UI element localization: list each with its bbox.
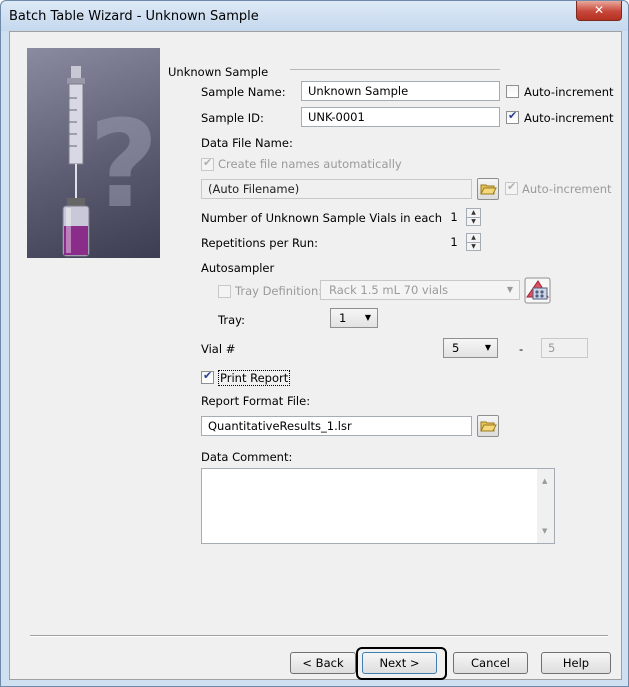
cancel-button[interactable]: Cancel xyxy=(453,652,528,674)
data-comment-label: Data Comment: xyxy=(201,450,293,464)
tray-definition-checkbox[interactable] xyxy=(218,285,231,298)
wizard-window: Batch Table Wizard - Unknown Sample ✕ ? xyxy=(0,0,629,687)
create-auto-label: Create file names automatically xyxy=(218,157,402,171)
vial-from-select[interactable]: 5 ▼ xyxy=(443,338,498,358)
data-file-browse-button[interactable] xyxy=(477,178,499,200)
back-button[interactable]: < Back xyxy=(290,652,356,674)
vial-to-input[interactable] xyxy=(541,338,588,358)
print-report-checkbox[interactable] xyxy=(201,369,214,384)
footer-separator xyxy=(30,635,608,637)
report-format-label: Report Format File: xyxy=(201,394,311,408)
create-auto-checkbox[interactable] xyxy=(201,156,214,171)
help-button[interactable]: Help xyxy=(541,652,611,674)
next-button[interactable]: Next > xyxy=(362,652,437,674)
print-report-label: Print Report xyxy=(218,370,291,386)
vials-each-label: Number of Unknown Sample Vials in each xyxy=(201,211,442,225)
tray-label: Tray: xyxy=(218,313,245,327)
close-button[interactable]: ✕ xyxy=(576,1,622,21)
sample-name-input[interactable] xyxy=(301,81,500,101)
repetitions-stepper[interactable]: 1 ▲ ▼ xyxy=(444,232,484,252)
title-bar: Batch Table Wizard - Unknown Sample ✕ xyxy=(1,1,628,31)
vial-from-value: 5 xyxy=(452,341,460,355)
syringe-vial-illustration: ? xyxy=(27,48,160,258)
syringe-question-icon: ? xyxy=(62,66,159,257)
sample-id-autoinc-checkbox[interactable] xyxy=(506,109,519,124)
vial-range-dash: - xyxy=(519,342,524,356)
data-file-autoinc-label: Auto-increment xyxy=(522,182,612,196)
spin-up-icon[interactable]: ▲ xyxy=(467,209,480,218)
group-divider xyxy=(290,69,500,70)
close-icon: ✕ xyxy=(593,3,605,17)
window-title: Batch Table Wizard - Unknown Sample xyxy=(9,9,259,24)
tray-definition-label: Tray Definition: xyxy=(235,284,323,298)
vial-label: Vial # xyxy=(201,342,236,356)
sample-name-autoinc-checkbox[interactable] xyxy=(506,85,519,98)
sample-name-autoinc-label: Auto-increment xyxy=(524,85,614,99)
vials-each-value: 1 xyxy=(450,210,458,224)
tray-editor-button[interactable] xyxy=(524,277,551,304)
data-file-autoinc-checkbox[interactable] xyxy=(505,180,518,195)
spin-down-icon[interactable]: ▼ xyxy=(467,218,480,226)
group-label: Unknown Sample xyxy=(168,65,269,79)
svg-text:?: ? xyxy=(89,96,159,235)
sample-id-label: Sample ID: xyxy=(201,111,264,125)
folder-open-icon xyxy=(480,184,497,195)
chevron-down-icon: ▼ xyxy=(506,285,513,294)
wizard-client-area: ? Unknown Sample Sample Name: Auto-in xyxy=(9,31,622,680)
sample-name-label: Sample Name: xyxy=(201,85,286,99)
chevron-down-icon: ▼ xyxy=(364,313,371,322)
tray-select[interactable]: 1 ▼ xyxy=(330,308,378,328)
tray-definition-select[interactable]: Rack 1.5 mL 70 vials ▼ xyxy=(320,280,520,300)
report-format-browse-button[interactable] xyxy=(477,415,499,437)
repetitions-label: Repetitions per Run: xyxy=(201,236,318,250)
scroll-down-icon[interactable]: ▼ xyxy=(542,527,547,535)
tray-definition-value: Rack 1.5 mL 70 vials xyxy=(329,283,449,297)
data-file-input[interactable] xyxy=(201,179,472,199)
tray-editor-icon xyxy=(524,277,551,304)
sample-id-autoinc-label: Auto-increment xyxy=(524,111,614,125)
tray-value: 1 xyxy=(339,311,347,325)
comment-scrollbar[interactable]: ▲ ▼ xyxy=(537,469,554,543)
folder-open-icon xyxy=(480,421,497,432)
vials-each-stepper[interactable]: 1 ▲ ▼ xyxy=(444,207,484,227)
report-format-input[interactable] xyxy=(201,416,472,436)
spin-up-icon[interactable]: ▲ xyxy=(467,234,480,243)
autosampler-label: Autosampler xyxy=(201,261,275,275)
spin-down-icon[interactable]: ▼ xyxy=(467,243,480,251)
chevron-down-icon: ▼ xyxy=(484,343,491,352)
data-file-label: Data File Name: xyxy=(201,136,293,150)
scroll-up-icon[interactable]: ▲ xyxy=(542,477,547,485)
repetitions-value: 1 xyxy=(450,235,458,249)
data-comment-textarea[interactable]: ▲ ▼ xyxy=(201,468,555,544)
sample-id-input[interactable] xyxy=(301,107,500,127)
